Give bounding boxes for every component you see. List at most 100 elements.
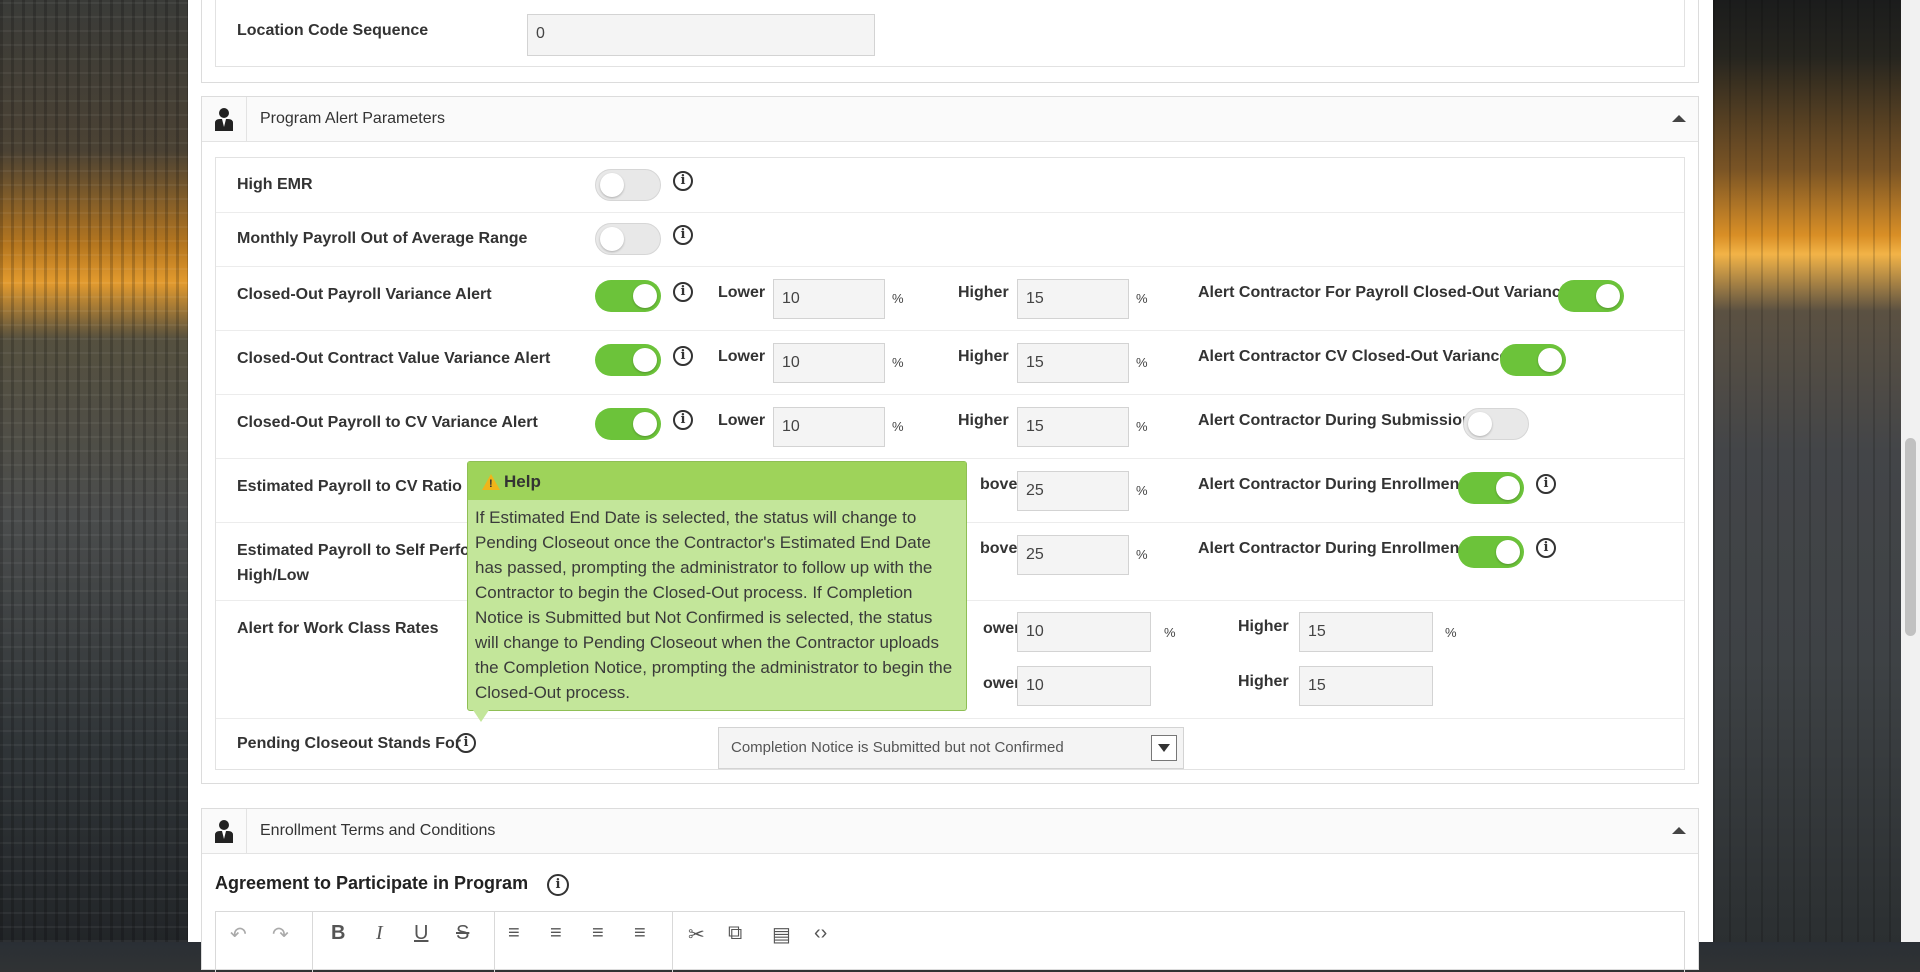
payroll-cv-lower-input[interactable]: 10: [773, 407, 885, 447]
cv-variance-toggle[interactable]: [595, 344, 661, 376]
payroll-lower-input[interactable]: 10: [773, 279, 885, 319]
location-code-label: Location Code Sequence: [237, 22, 429, 39]
submission-contractor-label: Alert Contractor During Submission: [1198, 412, 1472, 429]
high-emr-toggle[interactable]: [595, 169, 661, 201]
higher-label: Higher: [1238, 618, 1289, 635]
tooltip-arrow: [473, 710, 489, 722]
info-icon[interactable]: i: [456, 733, 476, 753]
lower-label: Lower: [718, 412, 766, 429]
enrollment-contractor-label: Alert Contractor During Enrollment: [1198, 476, 1465, 493]
chevron-up-icon[interactable]: [1672, 827, 1686, 834]
background-photo-left: [0, 0, 188, 942]
above-label: bove: [980, 540, 1018, 557]
row-cv-variance: Closed-Out Contract Value Variance Alert…: [216, 330, 1684, 395]
background-photo-right: [1713, 0, 1920, 942]
percent-sign: %: [1136, 483, 1148, 498]
row-monthly-payroll: Monthly Payroll Out of Average Range i: [216, 212, 1684, 267]
work-class-higher-input-2[interactable]: 15: [1299, 666, 1433, 706]
info-icon[interactable]: i: [673, 282, 693, 302]
location-inner: Location Code Sequence 0: [215, 0, 1685, 67]
pending-closeout-label: Pending Closeout Stands For: [237, 735, 462, 752]
info-icon[interactable]: i: [1536, 474, 1556, 494]
enrollment-header[interactable]: Enrollment Terms and Conditions: [202, 809, 1698, 854]
paste-icon[interactable]: ▤: [772, 922, 791, 947]
est-payroll-cv-label: Estimated Payroll to CV Ratio H: [237, 478, 478, 495]
est-payroll-self-above-input[interactable]: 25: [1017, 535, 1129, 575]
info-icon[interactable]: i: [673, 171, 693, 191]
person-icon: [202, 97, 247, 141]
enrollment-title: Enrollment Terms and Conditions: [260, 822, 496, 839]
payroll-cv-variance-toggle[interactable]: [595, 408, 661, 440]
work-class-lower-input-1[interactable]: 10: [1017, 612, 1151, 652]
program-alert-header[interactable]: Program Alert Parameters: [202, 97, 1698, 142]
info-icon[interactable]: i: [673, 346, 693, 366]
row-payroll-cv-variance: Closed-Out Payroll to CV Variance Alert …: [216, 394, 1684, 459]
monthly-payroll-toggle[interactable]: [595, 223, 661, 255]
cv-higher-input[interactable]: 15: [1017, 343, 1129, 383]
pending-closeout-select[interactable]: Completion Notice is Submitted but not C…: [718, 727, 1184, 769]
high-emr-label: High EMR: [237, 176, 313, 193]
payroll-cv-higher-input[interactable]: 15: [1017, 407, 1129, 447]
settings-content: Location Code Sequence 0 Program Alert P…: [188, 0, 1713, 972]
cv-contractor-toggle[interactable]: [1500, 344, 1566, 376]
row-high-emr: High EMR i: [216, 158, 1684, 213]
enrollment-panel: Enrollment Terms and Conditions Agreemen…: [201, 808, 1699, 972]
info-icon[interactable]: i: [673, 410, 693, 430]
chevron-up-icon[interactable]: [1672, 115, 1686, 122]
payroll-variance-toggle[interactable]: [595, 280, 661, 312]
percent-sign: %: [1136, 419, 1148, 434]
payroll-cv-variance-label: Closed-Out Payroll to CV Variance Alert: [237, 414, 538, 431]
percent-sign: %: [1136, 291, 1148, 306]
row-pending-closeout: Pending Closeout Stands For i Completion…: [216, 718, 1684, 769]
info-icon[interactable]: i: [673, 225, 693, 245]
redo-icon[interactable]: ↷: [272, 922, 289, 947]
info-icon[interactable]: i: [1536, 538, 1556, 558]
row-payroll-variance: Closed-Out Payroll Variance Alert i Lowe…: [216, 266, 1684, 331]
tooltip-body: If Estimated End Date is selected, the s…: [475, 508, 953, 702]
above-label: bove: [980, 476, 1018, 493]
work-class-higher-input-1[interactable]: 15: [1299, 612, 1433, 652]
lower-label: ower: [983, 675, 1021, 692]
undo-icon[interactable]: ↶: [230, 922, 247, 947]
location-code-input[interactable]: 0: [527, 14, 875, 56]
person-icon: [202, 809, 247, 853]
percent-sign: %: [1136, 547, 1148, 562]
enrollment-contractor-toggle[interactable]: [1458, 472, 1524, 504]
pending-closeout-selected: Completion Notice is Submitted but not C…: [731, 739, 1064, 756]
payroll-contractor-label: Alert Contractor For Payroll Closed-Out …: [1198, 284, 1570, 301]
scrollbar-thumb[interactable]: [1905, 438, 1916, 636]
work-class-label: Alert for Work Class Rates: [237, 620, 439, 637]
cv-variance-label: Closed-Out Contract Value Variance Alert: [237, 350, 551, 367]
cv-lower-input[interactable]: 10: [773, 343, 885, 383]
percent-sign: %: [892, 419, 904, 434]
monthly-payroll-label: Monthly Payroll Out of Average Range: [237, 230, 528, 247]
percent-sign: %: [1445, 625, 1457, 640]
percent-sign: %: [1136, 355, 1148, 370]
est-payroll-self-label: Estimated Payroll to Self Perfor: [237, 542, 477, 559]
est-payroll-self-label-line2: High/Low: [237, 567, 309, 584]
enrollment-contractor-label-2: Alert Contractor During Enrollment: [1198, 540, 1465, 557]
est-payroll-cv-above-input[interactable]: 25: [1017, 471, 1129, 511]
percent-sign: %: [1164, 625, 1176, 640]
higher-label: Higher: [958, 348, 1009, 365]
payroll-contractor-toggle[interactable]: [1558, 280, 1624, 312]
payroll-variance-label: Closed-Out Payroll Variance Alert: [237, 286, 492, 303]
location-panel: Location Code Sequence 0: [201, 0, 1699, 83]
higher-label: Higher: [958, 412, 1009, 429]
chevron-down-icon[interactable]: [1151, 735, 1177, 761]
agreement-heading: Agreement to Participate in Program: [215, 873, 529, 893]
info-icon[interactable]: i: [547, 874, 569, 896]
submission-contractor-toggle[interactable]: [1463, 408, 1529, 440]
cut-icon[interactable]: ✂: [688, 922, 705, 947]
help-tooltip: ! Help If Estimated End Date is selected…: [467, 461, 967, 722]
cv-contractor-label: Alert Contractor CV Closed-Out Variance: [1198, 348, 1509, 365]
page-scrollbar[interactable]: [1901, 0, 1920, 942]
payroll-higher-input[interactable]: 15: [1017, 279, 1129, 319]
higher-label: Higher: [1238, 673, 1289, 690]
percent-sign: %: [892, 355, 904, 370]
work-class-lower-input-2[interactable]: 10: [1017, 666, 1151, 706]
enrollment-contractor-toggle-2[interactable]: [1458, 536, 1524, 568]
lower-label: Lower: [718, 348, 766, 365]
higher-label: Higher: [958, 284, 1009, 301]
tooltip-title: Help: [504, 472, 541, 491]
